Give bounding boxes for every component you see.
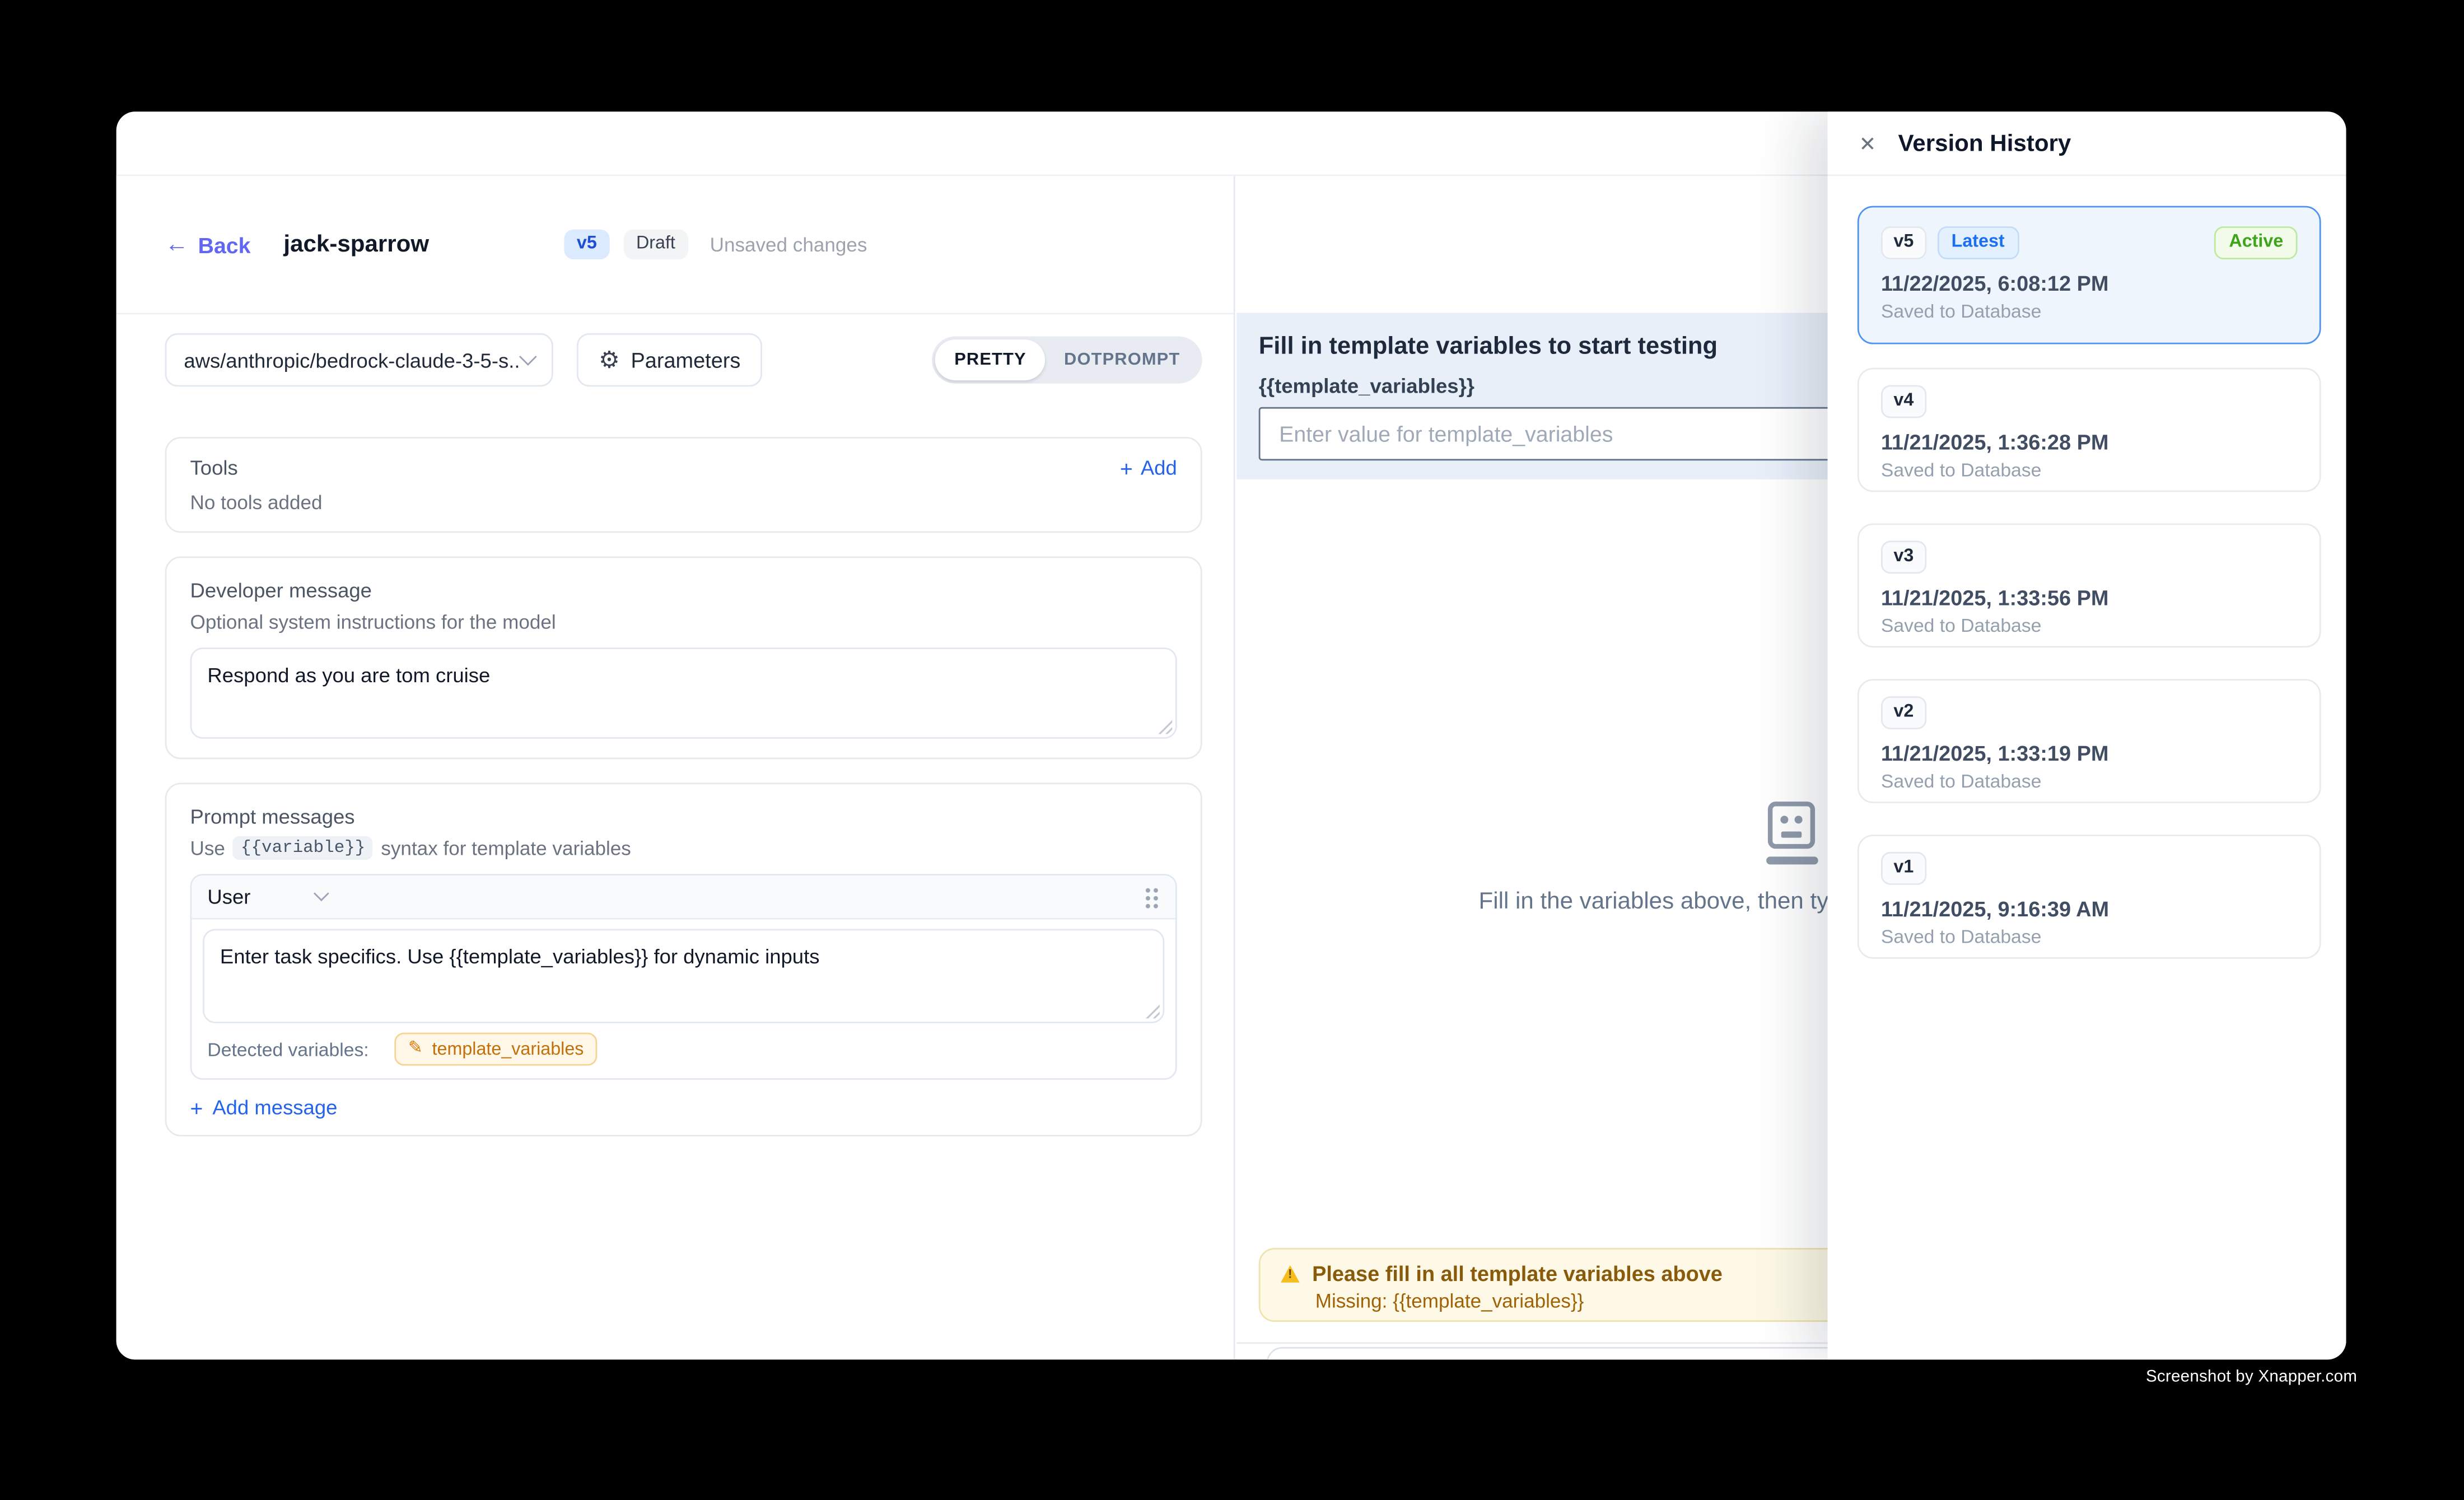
back-label: Back	[198, 232, 251, 257]
version-card-v1[interactable]: v1 11/21/2025, 9:16:39 AM Saved to Datab…	[1858, 835, 2321, 959]
version-badge-row: v1	[1881, 852, 2298, 884]
app-window: ← Back jack-sparrow v5 Draft Unsaved cha…	[116, 111, 2346, 1359]
watermark-text: Screenshot by Xnapper.com	[2146, 1367, 2357, 1386]
warning-triangle-icon: !	[1281, 1265, 1300, 1283]
version-tag: v3	[1881, 541, 1926, 573]
prompt-title-row: ← Back jack-sparrow v5 Draft Unsaved cha…	[116, 176, 1234, 314]
version-card-v5[interactable]: v5 Latest Active 11/22/2025, 6:08:12 PM …	[1858, 206, 2321, 344]
prompt-editor-panel: ← Back jack-sparrow v5 Draft Unsaved cha…	[116, 176, 1235, 1359]
prompt-messages-title: Prompt messages	[190, 805, 1177, 828]
version-storage: Saved to Database	[1881, 459, 2298, 481]
version-history-panel: ✕ Version History v5 Latest Active 11/22…	[1828, 111, 2346, 1359]
model-selector[interactable]: aws/anthropic/bedrock-claude-3-5-s...	[165, 333, 553, 386]
version-history-title: Version History	[1898, 130, 2071, 157]
robot-eye-icon	[1780, 816, 1788, 823]
tools-title: Tools	[190, 456, 238, 479]
add-tool-button[interactable]: + Add	[1120, 456, 1177, 479]
version-storage: Saved to Database	[1881, 614, 2298, 636]
message-body: Enter task specifics. Use {{template_var…	[192, 920, 1175, 1023]
drag-handle-icon[interactable]	[1144, 886, 1160, 907]
version-badge-row: v4	[1881, 385, 2298, 418]
variable-syntax-code: {{variable}}	[233, 836, 373, 860]
version-card-v2[interactable]: v2 11/21/2025, 1:33:19 PM Saved to Datab…	[1858, 679, 2321, 803]
developer-message-field-wrap: Respond as you are tom cruise	[190, 647, 1177, 739]
latest-badge: Latest	[1937, 226, 2019, 259]
version-storage: Saved to Database	[1881, 925, 2298, 947]
detected-variables-label: Detected variables:	[207, 1038, 368, 1060]
plus-icon: +	[1120, 456, 1133, 478]
close-icon[interactable]: ✕	[1859, 133, 1877, 153]
version-badge: v5	[564, 229, 609, 260]
editor-scroll-area: aws/anthropic/bedrock-claude-3-5-s... ⚙ …	[116, 314, 1234, 1136]
screenshot-stage: ← Back jack-sparrow v5 Draft Unsaved cha…	[0, 0, 2464, 1500]
empty-state-text: Fill in the variables above, then typ	[1479, 888, 1842, 915]
prompt-name: jack-sparrow	[283, 231, 429, 258]
version-badge-row: v3	[1881, 541, 2298, 573]
back-button[interactable]: ← Back	[165, 232, 251, 257]
chevron-down-icon	[314, 886, 330, 901]
version-storage: Saved to Database	[1881, 300, 2298, 322]
exclamation-mark: !	[1287, 1268, 1293, 1280]
parameters-button[interactable]: ⚙ Parameters	[577, 333, 763, 386]
version-badge-row: v2	[1881, 696, 2298, 729]
version-tag: v5	[1881, 226, 1926, 259]
warning-title: Please fill in all template variables ab…	[1312, 1262, 1723, 1285]
robot-icon	[1768, 802, 1815, 849]
message-role-select[interactable]: User	[207, 885, 250, 909]
developer-message-title: Developer message	[190, 579, 1177, 602]
detected-variable-chip[interactable]: ✎ template_variables	[394, 1033, 598, 1066]
version-timestamp: 11/22/2025, 6:08:12 PM	[1881, 272, 2298, 295]
active-badge: Active	[2215, 226, 2297, 259]
toggle-option-pretty[interactable]: PRETTY	[936, 339, 1046, 380]
robot-mouth-icon	[1781, 831, 1802, 837]
pencil-icon: ✎	[408, 1041, 423, 1058]
plus-icon: +	[190, 1096, 203, 1118]
back-arrow-icon: ←	[165, 232, 189, 256]
toggle-option-dotprompt[interactable]: DOTPROMPT	[1045, 339, 1199, 380]
version-tag: v2	[1881, 696, 1926, 729]
model-toolbar: aws/anthropic/bedrock-claude-3-5-s... ⚙ …	[165, 333, 1202, 386]
parameters-label: Parameters	[631, 348, 741, 372]
add-message-button[interactable]: + Add message	[190, 1096, 1177, 1119]
chevron-down-icon	[519, 348, 537, 366]
version-badge-row: v5 Latest Active	[1881, 226, 2298, 259]
version-timestamp: 11/21/2025, 1:33:56 PM	[1881, 586, 2298, 609]
version-history-header: ✕ Version History	[1828, 111, 2346, 176]
detected-variable-name: template_variables	[432, 1040, 584, 1059]
version-card-v3[interactable]: v3 11/21/2025, 1:33:56 PM Saved to Datab…	[1858, 523, 2321, 647]
robot-eye-icon	[1795, 816, 1803, 823]
developer-message-card: Developer message Optional system instru…	[165, 556, 1202, 759]
draft-status-badge: Draft	[624, 229, 688, 260]
version-timestamp: 11/21/2025, 9:16:39 AM	[1881, 897, 2298, 921]
developer-message-textarea[interactable]: Respond as you are tom cruise	[190, 647, 1177, 739]
add-message-label: Add message	[212, 1096, 337, 1119]
tools-card-header: Tools + Add	[190, 456, 1177, 479]
developer-message-subtitle: Optional system instructions for the mod…	[190, 612, 1177, 633]
version-timestamp: 11/21/2025, 1:33:19 PM	[1881, 742, 2298, 765]
tools-card: Tools + Add No tools added	[165, 437, 1202, 533]
message-header: User	[192, 875, 1175, 920]
gear-icon: ⚙	[599, 348, 620, 372]
hint-suffix: syntax for template variables	[381, 837, 631, 859]
robot-base-icon	[1766, 856, 1818, 864]
version-tag: v4	[1881, 385, 1926, 418]
detected-variables-row: Detected variables: ✎ template_variables	[192, 1023, 1175, 1078]
unsaved-changes-text: Unsaved changes	[710, 234, 867, 255]
version-timestamp: 11/21/2025, 1:36:28 PM	[1881, 430, 2298, 454]
format-toggle: PRETTY DOTPROMPT	[932, 337, 1202, 384]
hint-prefix: Use	[190, 837, 225, 859]
version-list: v5 Latest Active 11/22/2025, 6:08:12 PM …	[1828, 176, 2346, 958]
message-block: User Enter task specifics. Use {{templat…	[190, 874, 1177, 1080]
model-selector-value: aws/anthropic/bedrock-claude-3-5-s...	[184, 348, 521, 372]
add-tool-label: Add	[1141, 456, 1177, 479]
version-card-v4[interactable]: v4 11/21/2025, 1:36:28 PM Saved to Datab…	[1858, 368, 2321, 492]
prompt-messages-card: Prompt messages Use {{variable}} syntax …	[165, 782, 1202, 1136]
version-tag: v1	[1881, 852, 1926, 884]
variable-syntax-hint: Use {{variable}} syntax for template var…	[190, 836, 1177, 860]
message-textarea[interactable]: Enter task specifics. Use {{template_var…	[203, 929, 1164, 1023]
tools-empty-text: No tools added	[190, 492, 1177, 514]
version-storage: Saved to Database	[1881, 770, 2298, 791]
message-field-wrap: Enter task specifics. Use {{template_var…	[203, 929, 1164, 1023]
